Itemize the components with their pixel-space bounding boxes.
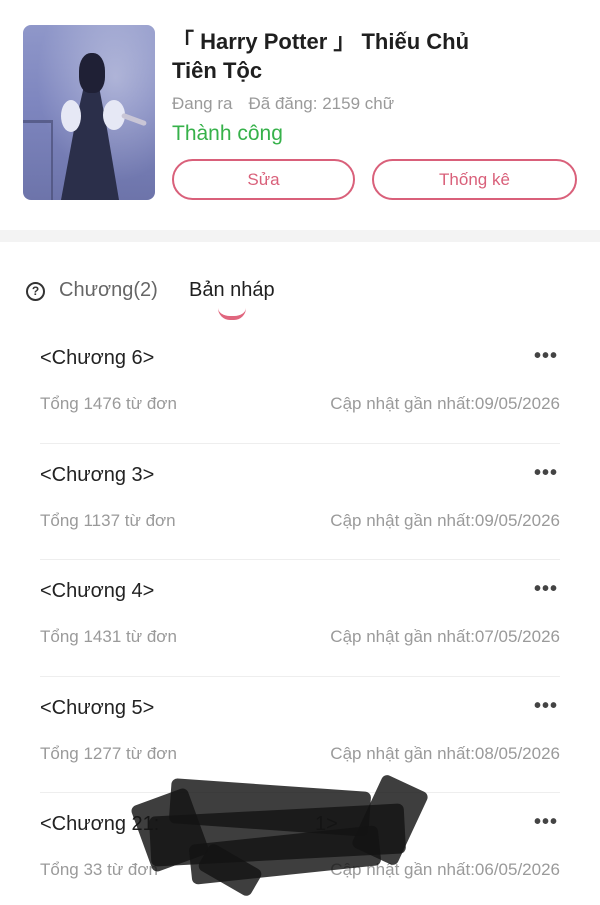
edit-button[interactable]: Sửa <box>172 159 355 200</box>
cover-figure-sleeve <box>61 100 81 132</box>
publish-status: Thành công <box>172 122 283 145</box>
tab-chapters[interactable]: Chương(2) <box>59 279 158 302</box>
draft-updated: Cập nhật gần nhất:06/05/2026 <box>330 860 560 880</box>
tab-drafts[interactable]: Bản nháp <box>189 279 275 302</box>
cover-railing <box>23 120 53 200</box>
draft-word-count: Tổng 1476 từ đơn <box>40 394 177 413</box>
book-word-count: Đã đăng: 2159 chữ <box>248 94 395 113</box>
draft-list: <Chương 6> ••• Tổng 1476 từ đơn Cập nhật… <box>40 327 560 905</box>
more-horizontal-icon[interactable]: ••• <box>534 578 558 601</box>
draft-updated: Cập nhật gần nhất:09/05/2026 <box>330 510 560 530</box>
list-item[interactable]: <Chương 6> ••• Tổng 1476 từ đơn Cập nhật… <box>40 327 560 444</box>
list-item[interactable]: <Chương 5> ••• Tổng 1277 từ đơn Cập nhật… <box>40 677 560 794</box>
help-circle-icon[interactable]: ? <box>26 282 45 301</box>
book-cover-image[interactable] <box>23 25 155 200</box>
section-divider <box>0 230 600 242</box>
draft-title: <Chương 4> <box>40 580 155 603</box>
more-horizontal-icon[interactable]: ••• <box>534 695 558 718</box>
draft-word-count: Tổng 1137 từ đơn <box>40 510 176 530</box>
draft-word-count: Tổng 1431 từ đơn <box>40 627 177 647</box>
book-title: 「 Harry Potter 」 Thiếu Chủ Tiên Tộc <box>172 29 470 83</box>
draft-updated: Cập nhật gần nhất:07/05/2026 <box>330 627 560 647</box>
list-item[interactable]: <Chương 4> ••• Tổng 1431 từ đơn Cập nhật… <box>40 560 560 677</box>
draft-title: <Chương 5> <box>40 696 155 719</box>
draft-updated: Cập nhật gần nhất:09/05/2026 <box>330 394 560 413</box>
draft-word-count: Tổng 1277 từ đơn <box>40 743 177 763</box>
book-state: Đang ra <box>172 94 233 113</box>
draft-title: <Chương 6> <box>40 347 155 369</box>
more-horizontal-icon[interactable]: ••• <box>534 462 558 485</box>
chapter-tabs: ? Chương(2) Bản nháp <box>0 242 600 327</box>
book-header: 「 Harry Potter 」 Thiếu Chủ Tiên Tộc Đang… <box>0 0 600 230</box>
more-horizontal-icon[interactable]: ••• <box>534 345 558 368</box>
draft-word-count: Tổng 33 từ đơn <box>40 860 158 880</box>
more-horizontal-icon[interactable]: ••• <box>534 811 558 834</box>
draft-title: <Chương 3> <box>40 463 155 486</box>
active-tab-indicator <box>218 308 246 320</box>
cover-figure-head <box>79 53 105 93</box>
draft-title: <Chương 21: 1> <box>40 813 338 836</box>
statistics-button[interactable]: Thống kê <box>372 159 577 200</box>
list-item[interactable]: <Chương 3> ••• Tổng 1137 từ đơn Cập nhật… <box>40 444 560 561</box>
list-item[interactable]: <Chương 21: 1> ••• Tổng 33 từ đơn Cập nh… <box>40 793 560 905</box>
book-meta: Đang ra Đã đăng: 2159 chữ <box>172 94 394 114</box>
draft-updated: Cập nhật gần nhất:08/05/2026 <box>330 743 560 763</box>
